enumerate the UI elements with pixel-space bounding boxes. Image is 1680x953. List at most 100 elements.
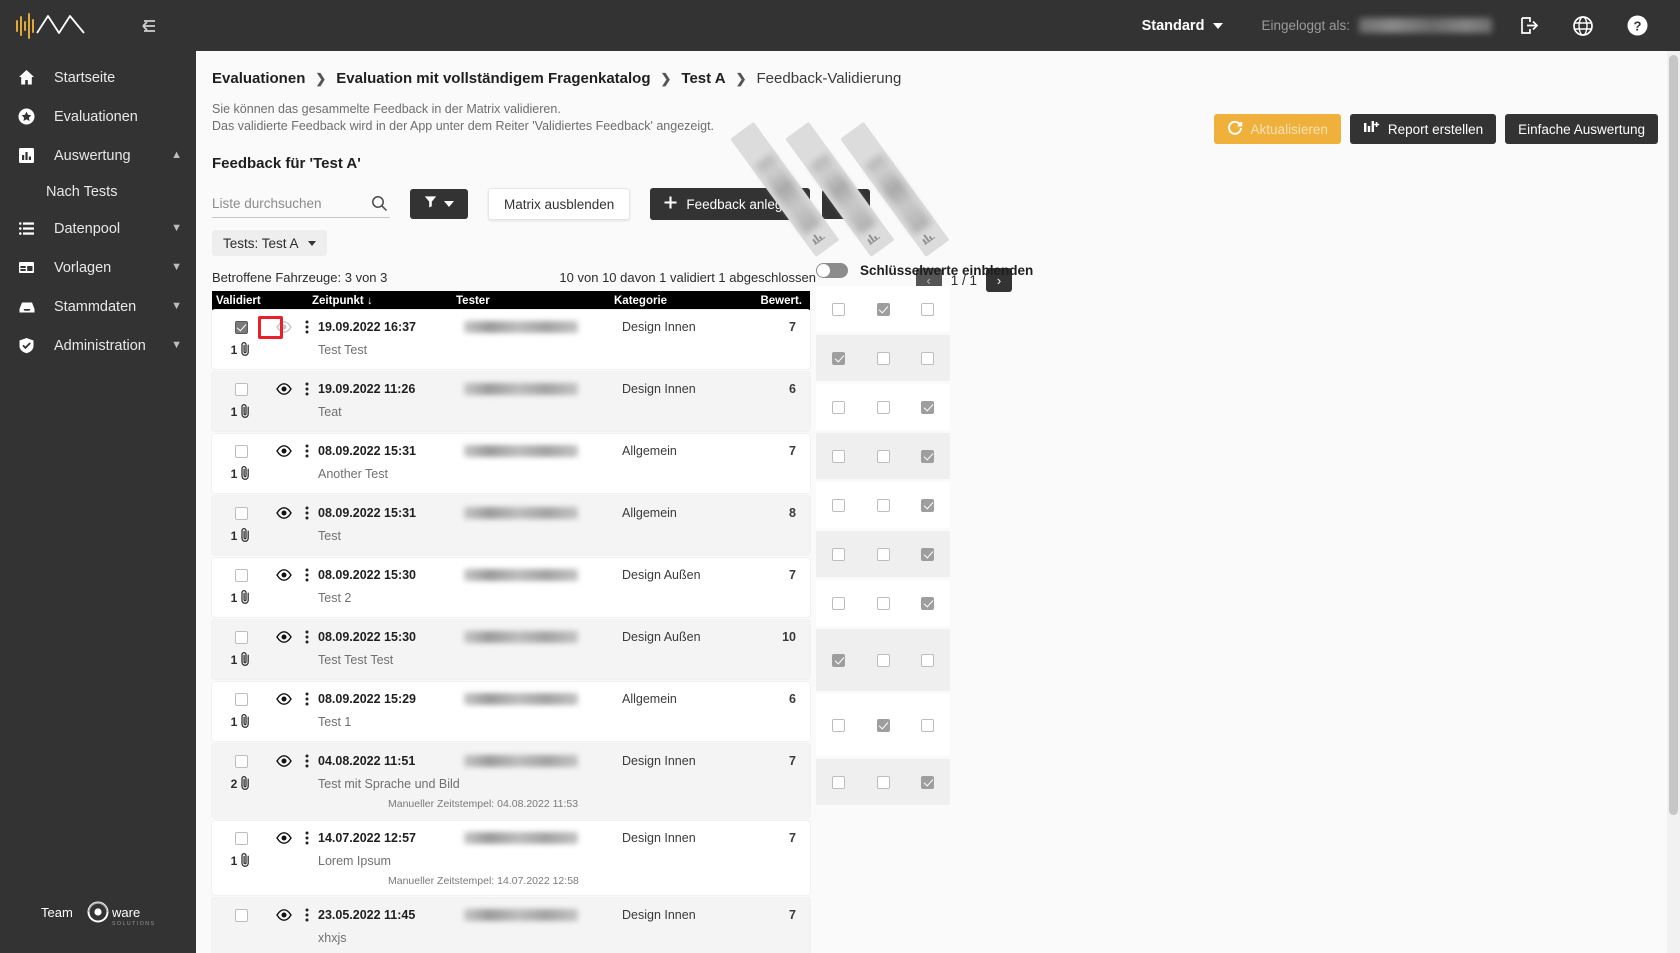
- table-row[interactable]: 08.09.2022 15:31 Allgemein 8 1 Test: [212, 496, 810, 555]
- matrix-cell-checkbox-1[interactable]: [876, 775, 890, 789]
- matrix-cell-checkbox-1[interactable]: [876, 547, 890, 561]
- breadcrumb-item-2[interactable]: Test A: [681, 70, 725, 87]
- matrix-cell-checkbox-2[interactable]: [921, 400, 934, 414]
- row-preview-icon[interactable]: [270, 569, 298, 581]
- search-icon[interactable]: [371, 195, 388, 217]
- row-preview-icon[interactable]: [270, 693, 298, 705]
- row-validated-checkbox[interactable]: [212, 754, 270, 768]
- sidebar-item-datenpool[interactable]: Datenpool ▼: [0, 209, 196, 248]
- column-header-validiert[interactable]: Validiert: [212, 295, 312, 307]
- matrix-cell-checkbox-2[interactable]: [921, 775, 934, 789]
- row-validated-checkbox[interactable]: [212, 506, 270, 520]
- matrix-cell-checkbox-2[interactable]: [921, 302, 934, 316]
- sidebar-item-stammdaten[interactable]: Stammdaten ▼: [0, 287, 196, 326]
- table-row[interactable]: 08.09.2022 15:30 Design Außen 7 1 Test 2: [212, 558, 810, 617]
- row-more-menu-icon[interactable]: [298, 382, 316, 396]
- help-icon[interactable]: ?: [1620, 9, 1654, 43]
- checkbox-box[interactable]: [234, 630, 248, 644]
- row-attachment-count[interactable]: 1: [212, 852, 270, 871]
- row-validated-checkbox[interactable]: [212, 908, 270, 922]
- sidebar-collapse-icon[interactable]: [134, 13, 160, 39]
- row-attachment-count[interactable]: 1: [212, 403, 270, 422]
- row-attachment-count[interactable]: 2: [212, 775, 270, 794]
- profile-select[interactable]: Standard: [1142, 18, 1224, 34]
- matrix-cell-checkbox-2[interactable]: [921, 351, 934, 365]
- tests-filter-chip[interactable]: Tests: Test A: [212, 230, 327, 256]
- sidebar-item-auswertung[interactable]: Auswertung ▲: [0, 136, 196, 175]
- row-preview-icon[interactable]: [270, 383, 298, 395]
- matrix-cell-checkbox-1[interactable]: [876, 302, 890, 316]
- row-more-menu-icon[interactable]: [298, 692, 316, 706]
- matrix-cell-checkbox-0[interactable]: [832, 351, 845, 365]
- checkbox-box[interactable]: [234, 382, 248, 396]
- table-row[interactable]: 23.05.2022 11:45 Design Innen 7 xhxjs: [212, 898, 810, 953]
- simple-evaluation-button[interactable]: Einfache Auswertung: [1505, 114, 1658, 144]
- row-preview-icon[interactable]: [270, 755, 298, 767]
- table-row[interactable]: 08.09.2022 15:30 Design Außen 10 1 Test …: [212, 620, 810, 679]
- sidebar-item-startseite[interactable]: Startseite: [0, 58, 196, 97]
- row-more-menu-icon[interactable]: [298, 908, 316, 922]
- matrix-cell-checkbox-0[interactable]: [832, 449, 845, 463]
- matrix-cell-checkbox-1[interactable]: [876, 400, 890, 414]
- row-preview-icon[interactable]: [270, 631, 298, 643]
- matrix-cell-checkbox-0[interactable]: [832, 775, 845, 789]
- row-validated-checkbox[interactable]: [212, 444, 270, 458]
- filter-button[interactable]: [410, 189, 468, 219]
- row-preview-icon[interactable]: [270, 321, 298, 333]
- row-validated-checkbox[interactable]: [212, 630, 270, 644]
- row-attachment-count[interactable]: 1: [212, 527, 270, 546]
- row-more-menu-icon[interactable]: [298, 444, 316, 458]
- matrix-cell-checkbox-1[interactable]: [876, 596, 890, 610]
- logout-icon[interactable]: [1512, 9, 1546, 43]
- row-preview-icon[interactable]: [270, 909, 298, 921]
- matrix-cell-checkbox-1[interactable]: [876, 449, 890, 463]
- table-row[interactable]: 08.09.2022 15:29 Allgemein 6 1 Test 1: [212, 682, 810, 741]
- checkbox-box[interactable]: [234, 908, 248, 922]
- vertical-scrollbar-track[interactable]: [1667, 51, 1680, 953]
- sidebar-item-administration[interactable]: Administration ▼: [0, 326, 196, 365]
- sidebar-item-nach-tests[interactable]: Nach Tests: [0, 175, 196, 209]
- checkbox-box[interactable]: [234, 320, 248, 334]
- hide-matrix-button[interactable]: Matrix ausblenden: [488, 188, 631, 220]
- globe-icon[interactable]: [1566, 9, 1600, 43]
- matrix-cell-checkbox-2[interactable]: [921, 498, 934, 512]
- checkbox-box[interactable]: [234, 506, 248, 520]
- row-more-menu-icon[interactable]: [298, 630, 316, 644]
- row-attachment-count[interactable]: 1: [212, 713, 270, 732]
- column-header-bewertung[interactable]: Bewert.: [736, 295, 810, 307]
- search-input[interactable]: [212, 196, 362, 211]
- table-row[interactable]: 14.07.2022 12:57 Design Innen 7 1 Lorem …: [212, 821, 810, 895]
- row-more-menu-icon[interactable]: [298, 506, 316, 520]
- matrix-cell-checkbox-0[interactable]: [832, 653, 845, 667]
- matrix-cell-checkbox-0[interactable]: [832, 302, 845, 316]
- row-preview-icon[interactable]: [270, 507, 298, 519]
- matrix-cell-checkbox-2[interactable]: [921, 718, 934, 732]
- key-values-toggle[interactable]: [816, 263, 848, 278]
- column-header-zeitpunkt[interactable]: Zeitpunkt ↓: [312, 295, 456, 307]
- matrix-cell-checkbox-0[interactable]: [832, 400, 845, 414]
- matrix-cell-checkbox-0[interactable]: [832, 547, 845, 561]
- table-row[interactable]: 19.09.2022 16:37 Design Innen 7 1 Test T…: [212, 310, 810, 369]
- matrix-cell-checkbox-2[interactable]: [921, 653, 934, 667]
- table-row[interactable]: 08.09.2022 15:31 Allgemein 7 1 Another T…: [212, 434, 810, 493]
- matrix-cell-checkbox-1[interactable]: [876, 718, 890, 732]
- matrix-cell-checkbox-1[interactable]: [876, 351, 890, 365]
- row-preview-icon[interactable]: [270, 832, 298, 844]
- row-validated-checkbox[interactable]: [212, 692, 270, 706]
- checkbox-box[interactable]: [234, 831, 248, 845]
- checkbox-box[interactable]: [234, 568, 248, 582]
- row-validated-checkbox[interactable]: [212, 382, 270, 396]
- row-validated-checkbox[interactable]: [212, 320, 270, 334]
- matrix-cell-checkbox-1[interactable]: [876, 653, 890, 667]
- matrix-cell-checkbox-2[interactable]: [921, 449, 934, 463]
- matrix-cell-checkbox-0[interactable]: [832, 718, 845, 732]
- row-attachment-count[interactable]: 1: [212, 589, 270, 608]
- table-row[interactable]: 19.09.2022 11:26 Design Innen 6 1 Teat: [212, 372, 810, 431]
- row-more-menu-icon[interactable]: [298, 831, 316, 845]
- column-header-tester[interactable]: Tester: [456, 295, 614, 307]
- checkbox-box[interactable]: [234, 692, 248, 706]
- matrix-cell-checkbox-0[interactable]: [832, 596, 845, 610]
- table-row[interactable]: 04.08.2022 11:51 Design Innen 7 2 Test m…: [212, 744, 810, 818]
- row-attachment-count[interactable]: 1: [212, 465, 270, 484]
- create-report-button[interactable]: Report erstellen: [1349, 114, 1497, 144]
